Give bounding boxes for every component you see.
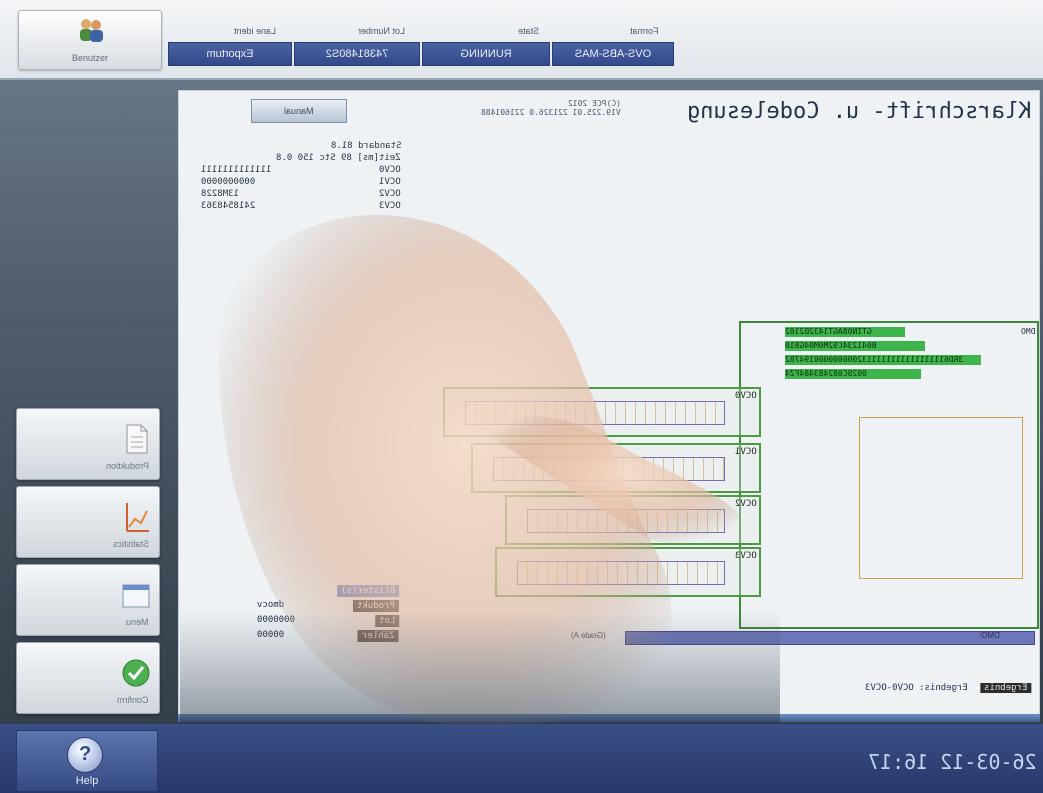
status-key: Ergebnis: [919,683,969,693]
sidebar-item-label: Menu [126,617,149,627]
sidebar-item-menu[interactable]: Menu [16,564,160,636]
info-value: 00000 [257,630,285,640]
list-item: 2418548363 OCV3 [201,201,401,213]
product-info: Blister(s) dmocv Produkt 0000000 Lot 000… [251,585,399,645]
top-bar: Benutzer Format OVS-ABS-MAS State RUNNIN… [0,0,1043,80]
lane-ident-label: Lane ident [234,26,277,36]
format-value[interactable]: OVS-ABS-MAS [552,42,674,66]
ocv-region-label: OCV2 [735,499,757,509]
sidebar-item-statistics[interactable]: Statistics [16,486,160,558]
vision-screen: Klarschrift- u. Codelesung (C)PCE 2012 V… [178,90,1040,716]
version-info: (C)PCE 2012 V19.225.01 221326.0 22160148… [401,99,621,117]
ocv-value: 0000000000 [201,177,256,187]
user-button[interactable]: Benutzer [18,10,162,70]
ocv-region-1: OCV1 [471,443,761,493]
ocv-value: 13M8228 [201,189,239,199]
info-value: dmocv [257,600,285,610]
bottom-bar: ? Help 26-03-12 16:17 [0,724,1043,793]
info-key: Blister(s) [336,585,399,597]
lane-ident-value[interactable]: Exportum [168,42,292,66]
list-item: 13M8228 OCV2 [201,189,401,201]
ocv-key: OCV1 [379,177,401,187]
info-key: Produkt [353,600,399,612]
ocv-region-2: OCV2 [505,495,761,545]
status-line: OCV0-OCV3 Ergebnis: Ergebnis [865,683,1031,693]
users-icon [80,19,103,42]
format-label: Format [630,26,659,36]
list-item: 00000 Zähler [251,630,399,645]
manual-button-label: Manual [284,106,314,116]
sidebar-item-produktion[interactable]: Produktion [16,408,160,480]
sidebar-item-label: Statistics [112,539,149,549]
ocv-value: 2418548363 [201,201,256,211]
screen-title: Klarschrift- u. Codelesung [686,99,1031,124]
readout-label: DMO: [979,631,1000,640]
ocv-region-label: OCV3 [735,551,757,561]
info-key: Zähler [358,630,399,642]
list-item: 1111111111111 OCV0 [201,165,401,177]
window-icon [122,584,150,608]
screen-underline-bar [178,714,1040,722]
detect-line: 0028C082483484FZ4 [785,369,921,379]
datamatrix-readout-bar [625,631,1035,645]
roi-frame [859,417,1023,579]
detect-line: GTIN08AGT1432D2102 [785,327,905,337]
list-item: Blister(s) [251,585,399,600]
info-key: Lot [374,615,399,627]
lot-number-label: Lot Number [358,26,406,36]
help-button-label: Help [75,775,99,787]
ocv-key: OCV2 [379,189,401,199]
list-item: 0000000000 OCV1 [201,177,401,189]
chart-icon [126,503,149,532]
clock: 26-03-12 16:17 [868,750,1037,774]
ocv-region-label: OCV1 [735,447,757,457]
status-tag: Ergebnis [979,683,1031,693]
ocv-header: Standard 81.8 [330,141,401,151]
list-item: dmocv Produkt [251,600,399,615]
help-icon: ? [67,737,103,773]
check-icon [122,659,150,687]
ocv-value: 1111111111111 [201,165,272,175]
ocv-region-3: OCV3 [495,547,761,597]
info-value: 0000000 [257,615,295,625]
ocv-region-label: OCV0 [735,391,757,401]
detect-line: 3RD6111111111111111132000000000194782 [785,355,981,365]
sidebar-item-label: Confirm [117,695,149,705]
grade-label: (Grade A) [571,631,606,640]
lot-number-value[interactable]: 74381480S2 [294,42,420,66]
ocv-key: OCV0 [379,165,401,175]
status-prefix: OCV0-OCV3 [865,683,915,693]
manual-button[interactable]: Manual [251,99,347,123]
version-line-1: (C)PCE 2012 [568,99,621,108]
detect-prefix: DMO [1020,327,1035,336]
ocv-region-0: OCV0 [443,387,761,437]
help-button[interactable]: ? Help [16,730,158,792]
ocv-key: OCV3 [379,201,401,211]
app-window: Benutzer Format OVS-ABS-MAS State RUNNIN… [0,0,1043,793]
document-icon [126,424,148,454]
datamatrix-detection-box: DMO GTIN08AGT1432D2102 B041234C92M0M04G8… [739,321,1039,629]
sidebar-item-confirm[interactable]: Confirm [16,642,160,714]
state-label: State [518,26,540,36]
ocv-list: Standard 81.8 Zeit[ms] 89 Stc 150 0.8 11… [201,141,401,213]
sidebar-item-label: Produktion [105,461,149,471]
list-item: 0000000 Lot [251,615,399,630]
state-value[interactable]: RUNNING [422,42,550,66]
detect-line: B041234C92M0M04G810 [785,341,925,351]
version-line-2: V19.225.01 221326.0 221601488 [481,108,621,117]
user-button-label: Benutzer [71,53,109,63]
ocv-meta: Zeit[ms] 89 Stc 150 0.8 [276,153,401,163]
